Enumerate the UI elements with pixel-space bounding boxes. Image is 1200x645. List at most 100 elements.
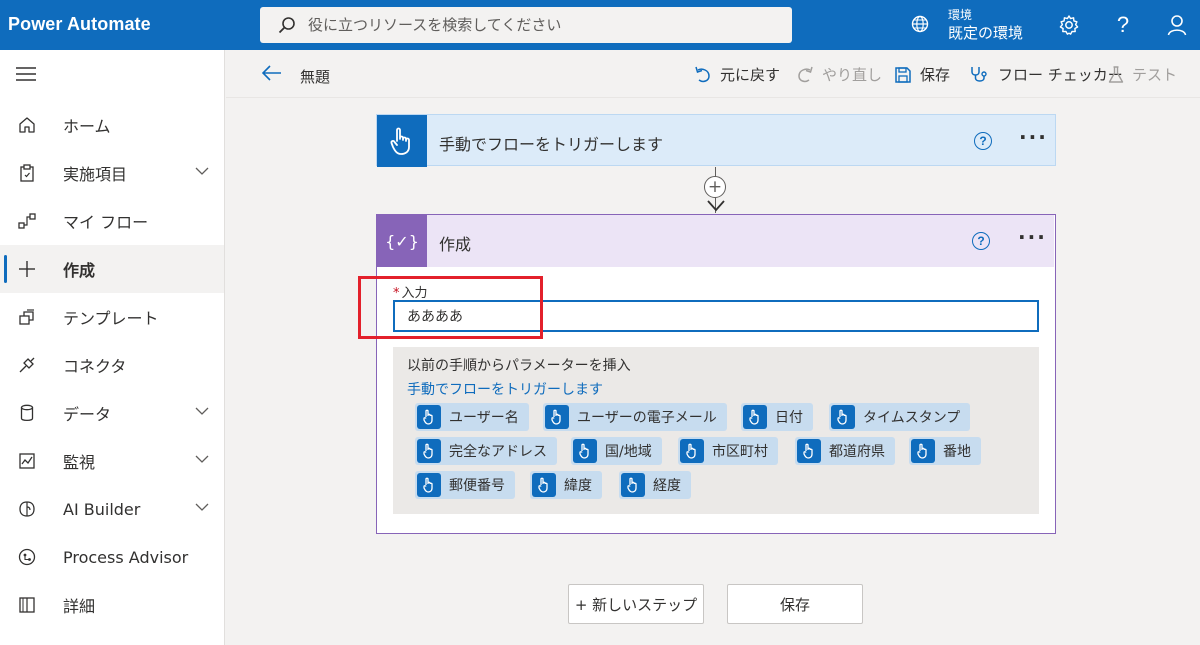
token-label: 緯度 <box>564 478 592 494</box>
hamburger-menu-icon[interactable] <box>16 67 36 81</box>
undo-icon <box>694 66 712 84</box>
sidebar-item-my-flows[interactable]: マイ フロー <box>0 197 224 245</box>
dynamic-content-source-link[interactable]: 手動でフローをトリガーします <box>407 379 603 399</box>
globe-icon <box>910 14 930 34</box>
connector-arrow-icon <box>707 200 725 212</box>
token-date[interactable]: 日付 <box>741 403 813 431</box>
more-options-icon[interactable]: ··· <box>1018 225 1047 249</box>
sidebar-item-label: 作成 <box>63 261 96 280</box>
sidebar-item-process-advisor[interactable]: Process Advisor <box>0 533 224 581</box>
sidebar-item-data[interactable]: データ <box>0 389 224 437</box>
sidebar-item-label: 監視 <box>63 453 96 472</box>
token-user-email[interactable]: ユーザーの電子メール <box>543 403 727 431</box>
insert-step-plus-icon[interactable]: + <box>704 176 726 198</box>
sidebar-item-monitor[interactable]: 監視 <box>0 437 224 485</box>
trigger-card[interactable]: 手動でフローをトリガーします ? ··· <box>376 114 1056 167</box>
chevron-down-icon[interactable] <box>195 407 209 415</box>
new-step-button[interactable]: + 新しいステップ <box>568 584 704 624</box>
token-full-address[interactable]: 完全なアドレス <box>415 437 557 465</box>
sidebar-item-label: 実施項目 <box>63 165 128 184</box>
token-label: 番地 <box>943 444 971 460</box>
token-label: 郵便番号 <box>449 478 505 494</box>
redo-icon <box>796 66 814 84</box>
connector-icon <box>17 355 37 375</box>
help-circle-icon[interactable]: ? <box>972 232 990 250</box>
token-country-region[interactable]: 国/地域 <box>571 437 662 465</box>
sidebar: ホーム 実施項目 マイ フロー 作成 テンプレート コネクタ データ 監視 AI… <box>0 50 225 645</box>
dynamic-content-panel: 以前の手順からパラメーターを挿入 手動でフローをトリガーします ユーザー名 ユー… <box>393 347 1039 514</box>
token-longitude[interactable]: 経度 <box>619 471 691 499</box>
token-label: 経度 <box>653 478 681 494</box>
sidebar-item-learn-more[interactable]: 詳細 <box>0 581 224 629</box>
account-icon[interactable] <box>1165 13 1189 37</box>
touch-hand-icon <box>911 439 935 463</box>
touch-hand-icon <box>680 439 704 463</box>
help-circle-icon[interactable]: ? <box>974 132 992 150</box>
token-latitude[interactable]: 緯度 <box>530 471 602 499</box>
sidebar-item-ai-builder[interactable]: AI Builder <box>0 485 224 533</box>
touch-hand-icon <box>417 473 441 497</box>
home-icon <box>17 115 37 135</box>
token-prefecture[interactable]: 都道府県 <box>795 437 895 465</box>
compose-title: 作成 <box>439 235 472 254</box>
search-input[interactable] <box>308 16 778 34</box>
stethoscope-icon <box>970 66 990 84</box>
search-icon <box>278 16 296 34</box>
chevron-down-icon[interactable] <box>195 503 209 511</box>
sidebar-item-label: データ <box>63 405 112 424</box>
token-city[interactable]: 市区町村 <box>678 437 778 465</box>
test-label: テスト <box>1132 66 1178 84</box>
undo-label: 元に戻す <box>720 66 781 84</box>
red-highlight-box <box>358 276 543 339</box>
compose-braces-icon: {✓} <box>385 231 419 251</box>
chevron-down-icon[interactable] <box>195 167 209 175</box>
app-title[interactable]: Power Automate <box>8 14 151 35</box>
back-button[interactable] <box>262 65 282 81</box>
chevron-down-icon[interactable] <box>195 455 209 463</box>
environment-picker[interactable]: 環境 既定の環境 <box>910 6 1023 42</box>
clipboard-icon <box>17 163 37 183</box>
test-button[interactable]: テスト <box>1108 64 1177 85</box>
flow-checker-button[interactable]: フロー チェッカー <box>970 64 1123 85</box>
save-command-button[interactable]: 保存 <box>894 64 950 85</box>
more-options-icon[interactable]: ··· <box>1019 125 1048 149</box>
sidebar-item-label: マイ フロー <box>63 213 149 232</box>
settings-gear-icon[interactable] <box>1057 13 1081 37</box>
sidebar-item-templates[interactable]: テンプレート <box>0 293 224 341</box>
sidebar-item-create[interactable]: 作成 <box>0 245 224 293</box>
sidebar-item-connectors[interactable]: コネクタ <box>0 341 224 389</box>
database-icon <box>17 403 37 423</box>
flow-checker-label: フロー チェッカー <box>998 66 1123 84</box>
token-postal-code[interactable]: 郵便番号 <box>415 471 515 499</box>
back-arrow-icon <box>262 65 282 81</box>
sidebar-item-label: AI Builder <box>63 499 141 519</box>
token-label: タイムスタンプ <box>863 410 961 426</box>
touch-hand-icon <box>545 405 569 429</box>
environment-name: 既定の環境 <box>948 24 1024 42</box>
help-icon[interactable]: ? <box>1111 12 1135 37</box>
process-advisor-icon <box>17 547 37 567</box>
sidebar-item-home[interactable]: ホーム <box>0 101 224 149</box>
touch-hand-icon <box>417 405 441 429</box>
flow-name[interactable]: 無題 <box>300 66 330 87</box>
save-button[interactable]: 保存 <box>727 584 863 624</box>
token-street[interactable]: 番地 <box>909 437 981 465</box>
compose-icon-box: {✓} <box>377 215 427 267</box>
undo-button[interactable]: 元に戻す <box>694 64 780 85</box>
compose-card: {✓} 作成 ? ··· *入力 以前の手順からパラメーターを挿入 手動でフロー… <box>376 214 1056 534</box>
sidebar-item-label: コネクタ <box>63 357 127 376</box>
token-label: ユーザーの電子メール <box>577 410 717 426</box>
redo-button[interactable]: やり直し <box>796 64 882 85</box>
template-icon <box>17 307 37 327</box>
compose-header[interactable]: {✓} 作成 ? ··· <box>377 215 1054 267</box>
flow-name-text: 無題 <box>300 68 331 86</box>
token-timestamp[interactable]: タイムスタンプ <box>829 403 971 431</box>
sidebar-item-label: Process Advisor <box>63 547 189 567</box>
search-box[interactable] <box>260 7 792 43</box>
sidebar-item-action-items[interactable]: 実施項目 <box>0 149 224 197</box>
token-label: ユーザー名 <box>449 410 519 426</box>
monitor-icon <box>17 451 37 471</box>
trigger-title: 手動でフローをトリガーします <box>439 135 664 154</box>
save-disk-icon <box>894 66 912 84</box>
token-user-name[interactable]: ユーザー名 <box>415 403 529 431</box>
